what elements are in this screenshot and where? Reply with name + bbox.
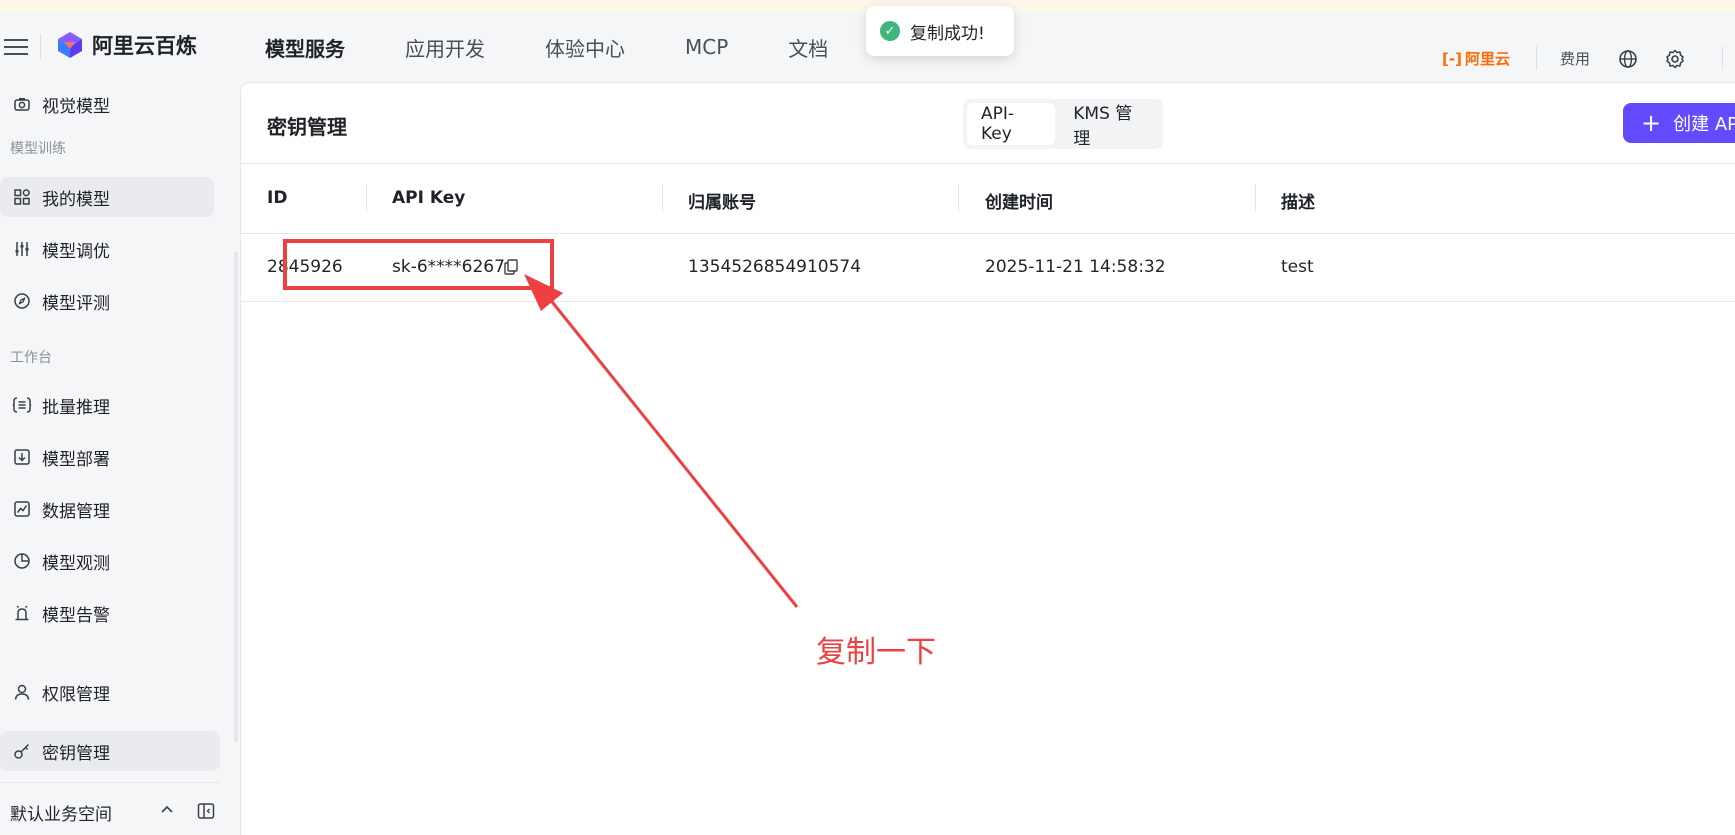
main-panel: 密钥管理 API-Key KMS 管理 + 创建 API ID API Key … — [240, 82, 1735, 835]
sidebar-item-label: 模型观测 — [42, 553, 110, 574]
download-box-icon — [12, 447, 32, 467]
sidebar-item-label: 模型调优 — [42, 241, 110, 262]
user-icon — [12, 682, 32, 702]
globe-icon[interactable] — [1617, 48, 1639, 70]
sidebar-divider — [0, 782, 220, 783]
sidebar-item-label: 我的模型 — [42, 189, 110, 210]
page-title: 密钥管理 — [267, 115, 347, 139]
nav-experience[interactable]: 体验中心 — [545, 33, 625, 62]
table-row-divider — [241, 301, 1735, 302]
sidebar-scrollbar[interactable] — [234, 252, 238, 742]
app-logo[interactable]: 阿里云百炼 — [56, 30, 197, 60]
sidebar-item-evaluation[interactable]: 模型评测 — [0, 281, 214, 321]
aliyun-bracket-icon: [-] — [1442, 49, 1462, 68]
cell-account: 1354526854910574 — [688, 257, 862, 277]
sidebar-item-label: 模型部署 — [42, 449, 110, 470]
sidebar-item-batch-inference[interactable]: 批量推理 — [0, 385, 214, 425]
sidebar: 视觉模型 模型训练 我的模型 模型调优 模型评测 工作台 批量推理 模型部署 数… — [0, 82, 240, 835]
bailian-logo-icon — [58, 32, 82, 58]
gear-icon[interactable] — [1664, 48, 1686, 70]
sidebar-item-label: 数据管理 — [42, 501, 110, 522]
workspace-selector[interactable]: 默认业务空间 — [10, 800, 112, 825]
sidebar-group-training: 模型训练 — [10, 141, 66, 157]
column-separator — [1255, 184, 1256, 212]
sidebar-item-alert[interactable]: 模型告警 — [0, 593, 214, 633]
cell-created: 2025-11-21 14:58:32 — [985, 257, 1166, 277]
sidebar-collapse-icon[interactable] — [196, 801, 216, 821]
alarm-icon — [12, 603, 32, 623]
tab-kms[interactable]: KMS 管理 — [1059, 103, 1159, 149]
column-header-id: ID — [267, 188, 288, 208]
chart-box-icon — [12, 499, 32, 519]
aliyun-logo-text: 阿里云 — [1464, 50, 1510, 68]
cell-api-key: sk-6****6267 — [392, 257, 505, 277]
sidebar-item-data[interactable]: 数据管理 — [0, 489, 214, 529]
table-header: ID API Key 归属账号 创建时间 描述 — [241, 164, 1735, 234]
key-icon — [12, 741, 32, 761]
cell-id: 2845926 — [267, 257, 343, 277]
create-api-key-button[interactable]: + 创建 API — [1623, 103, 1735, 143]
sidebar-group-workbench: 工作台 — [10, 350, 52, 366]
header-separator-right — [1722, 46, 1723, 70]
sidebar-item-key-management[interactable]: 密钥管理 — [0, 731, 220, 771]
header-divider — [40, 34, 41, 60]
app-name: 阿里云百炼 — [92, 34, 197, 58]
sidebar-item-my-models[interactable]: 我的模型 — [0, 177, 214, 217]
check-circle-icon: ✓ — [880, 21, 900, 41]
sidebar-item-tuning[interactable]: 模型调优 — [0, 229, 214, 269]
sidebar-item-observe[interactable]: 模型观测 — [0, 541, 214, 581]
column-separator — [662, 184, 663, 212]
nav-app-dev[interactable]: 应用开发 — [405, 33, 485, 62]
fee-link[interactable]: 费用 — [1560, 48, 1590, 69]
column-separator — [366, 184, 367, 212]
nav-docs[interactable]: 文档 — [788, 33, 828, 62]
tab-api-key[interactable]: API-Key — [967, 103, 1056, 145]
column-separator — [958, 184, 959, 212]
sidebar-item-label: 视觉模型 — [42, 96, 110, 117]
header-separator — [1536, 46, 1537, 70]
nav-model-service[interactable]: 模型服务 — [265, 33, 345, 62]
sliders-icon — [12, 239, 32, 259]
nav-mcp[interactable]: MCP — [685, 35, 728, 59]
column-header-account: 归属账号 — [688, 193, 756, 213]
create-button-label: 创建 API — [1673, 114, 1735, 135]
camera-icon — [12, 94, 32, 114]
sidebar-item-label: 模型评测 — [42, 293, 110, 314]
sidebar-item-visual-model[interactable]: 视觉模型 — [0, 84, 214, 124]
compass-icon — [12, 291, 32, 311]
table-row: 2845926 sk-6****6267 1354526854910574 20… — [241, 234, 1735, 301]
tab-switch: API-Key KMS 管理 — [963, 99, 1163, 149]
copy-icon[interactable] — [503, 258, 519, 276]
chevron-up-icon[interactable] — [158, 801, 176, 819]
column-header-created: 创建时间 — [985, 193, 1053, 213]
sidebar-item-label: 权限管理 — [42, 684, 110, 705]
grid-icon — [12, 187, 32, 207]
toast-message: 复制成功! — [910, 23, 985, 44]
sidebar-item-label: 批量推理 — [42, 397, 110, 418]
menu-icon[interactable] — [4, 36, 28, 58]
annotation-text: 复制一下 — [816, 635, 936, 670]
column-header-desc: 描述 — [1281, 193, 1315, 213]
sidebar-item-label: 密钥管理 — [42, 743, 110, 764]
braces-list-icon — [12, 395, 32, 415]
sidebar-item-label: 模型告警 — [42, 605, 110, 626]
column-header-api-key: API Key — [392, 188, 466, 208]
sidebar-item-deploy[interactable]: 模型部署 — [0, 437, 214, 477]
aliyun-logo[interactable]: [-] 阿里云 — [1442, 48, 1510, 69]
plus-icon: + — [1641, 109, 1662, 137]
main-nav: 模型服务 应用开发 体验中心 MCP 文档 — [265, 12, 888, 82]
sidebar-item-permission[interactable]: 权限管理 — [0, 672, 214, 712]
cell-desc: test — [1281, 257, 1314, 277]
pie-chart-icon — [12, 551, 32, 571]
copy-success-toast: ✓ 复制成功! — [866, 6, 1014, 56]
